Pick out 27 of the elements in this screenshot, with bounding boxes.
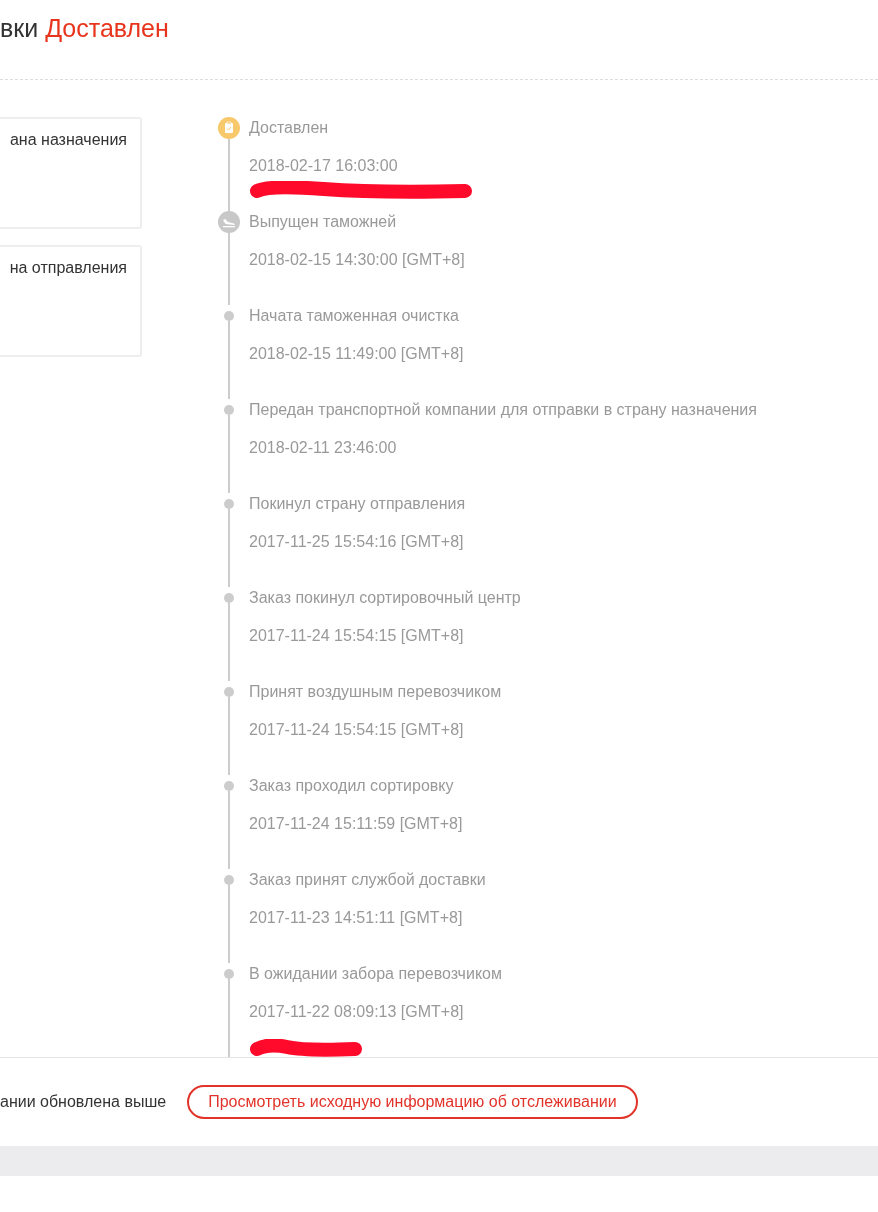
event-title: Заказ принят службой доставки	[249, 870, 486, 890]
event-time: 2017-11-23 14:51:11 [GMT+8]	[249, 908, 463, 928]
view-original-tracking-button[interactable]: Просмотреть исходную информацию об отслеживании	[187, 1085, 638, 1119]
event-title: Заказ проходил сортировку	[249, 776, 454, 796]
event-title: Передан транспортной компании для отправки в страну назначения	[249, 400, 757, 420]
event-time: 2018-02-11 23:46:00	[249, 438, 397, 458]
card-label: на отправления	[9, 258, 127, 278]
event-time: 2018-02-15 11:49:00 [GMT+8]	[249, 344, 464, 364]
event-title: Заказ покинул сортировочный центр	[249, 588, 521, 608]
event-title: Принят воздушным перевозчиком	[249, 682, 502, 702]
event-title: Доставлен	[249, 118, 329, 138]
event-title: Начата таможенная очистка	[249, 306, 459, 326]
event-time: 2018-02-15 14:30:00 [GMT+8]	[249, 250, 465, 270]
page-title: вки	[0, 14, 39, 42]
card-label: ана назначения	[9, 130, 127, 150]
event-time: 2017-11-24 15:11:59 [GMT+8]	[249, 814, 463, 834]
event-time: 2018-02-17 16:03:00	[249, 156, 398, 176]
event-time: 2017-11-24 15:54:15 [GMT+8]	[249, 720, 464, 740]
event-time: 2017-11-25 15:54:16 [GMT+8]	[249, 532, 464, 552]
update-note: ании обновлена выше	[0, 1092, 167, 1112]
event-title: Выпущен таможней	[249, 212, 397, 232]
event-time: 2017-11-24 15:54:15 [GMT+8]	[249, 626, 464, 646]
clipboard-check-icon	[218, 117, 240, 139]
event-title: Покинул страну отправления	[249, 494, 466, 514]
event-title: В ожидании забора перевозчиком	[249, 964, 502, 984]
status-text: Доставлен	[45, 14, 169, 42]
event-time: 2017-11-22 08:09:13 [GMT+8]	[249, 1002, 464, 1022]
